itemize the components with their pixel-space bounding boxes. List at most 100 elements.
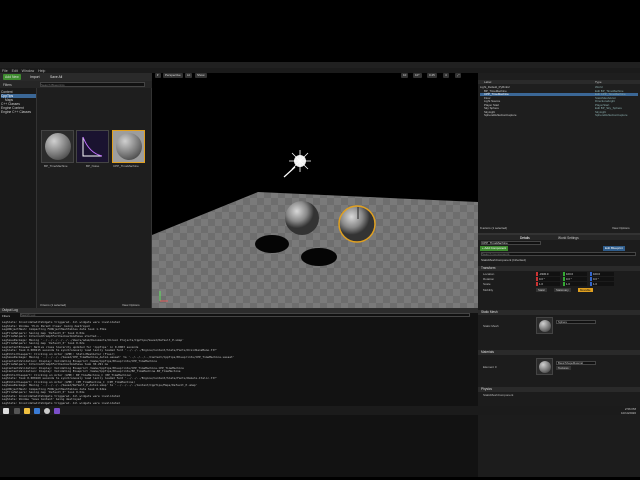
location-label: Location xyxy=(483,272,495,276)
details-panel: Details World Settings + Add Component E… xyxy=(478,233,640,477)
level-viewport[interactable]: ▾ Perspective Lit Show 10 10° 0.25 4 ⤢ xyxy=(152,73,478,308)
physics-section[interactable]: Physics xyxy=(478,387,640,392)
transform-section[interactable]: Transform xyxy=(478,266,640,271)
edit-blueprint-button[interactable]: Edit Blueprint xyxy=(603,246,625,251)
viewport-scene xyxy=(152,150,478,308)
mobility-movable[interactable]: Movable xyxy=(578,288,593,292)
cb-search-input[interactable] xyxy=(40,82,145,87)
textures-button[interactable]: Textures xyxy=(556,366,571,370)
asset-bp-noise[interactable] xyxy=(76,130,109,163)
scale-x-field[interactable]: 1.0 xyxy=(536,282,560,286)
visual-studio-icon[interactable] xyxy=(54,407,60,414)
output-log-tab[interactable]: Output Log xyxy=(2,308,18,312)
static-mesh-label: Static Mesh xyxy=(483,324,499,328)
unreal-editor-taskbar-icon[interactable] xyxy=(44,407,50,414)
rotation-snap-value[interactable]: 10° xyxy=(413,73,422,78)
sphere-thumbnail-icon xyxy=(45,133,71,160)
scale-y-field[interactable]: 1.0 xyxy=(563,282,587,286)
add-component-button[interactable]: + Add Component xyxy=(480,246,509,251)
sphere-thumbnail-icon xyxy=(539,361,551,373)
tree-item-engine-cpp[interactable]: Engine C++ Classes xyxy=(1,110,31,114)
browser-icon[interactable] xyxy=(34,407,40,414)
asset-bp-timemachine[interactable] xyxy=(41,130,74,163)
asset-cpp-timemachine[interactable] xyxy=(112,130,145,163)
col-type[interactable]: Type xyxy=(595,80,602,84)
world-outliner: Label Type Light_Default_Pylfimb2 World B… xyxy=(478,73,640,233)
components-search-input[interactable] xyxy=(481,252,636,256)
component-tree-item[interactable]: StaticMeshComponent (Inherited) xyxy=(481,258,636,262)
clock-date: 10/14/2020 xyxy=(620,410,636,415)
row-type: SphereReflectionCapture xyxy=(595,113,628,117)
sphere-thumbnail-icon xyxy=(539,320,551,332)
outliner-view-options[interactable]: View Options xyxy=(612,226,630,230)
rotation-y-field[interactable]: 0.0 ° xyxy=(563,277,587,281)
outliner-count: 9 actors (1 selected) xyxy=(480,226,508,230)
windows-start-icon[interactable] xyxy=(3,407,9,414)
static-mesh-section[interactable]: Static Mesh xyxy=(478,310,640,315)
tab-details[interactable]: Details xyxy=(520,236,530,240)
curve-thumbnail-icon xyxy=(82,136,103,157)
cb-item-count: 3 items (1 selected) xyxy=(40,303,67,307)
scale-z-field[interactable]: 1.0 xyxy=(590,282,614,286)
content-browser: Filters Content CppTips Maps C++ Classes… xyxy=(0,81,152,308)
folder-tree: Content CppTips Maps C++ Classes Engine … xyxy=(0,88,37,308)
rotation-z-field[interactable]: 0.0 ° xyxy=(590,277,614,281)
asset-label: BP_TimeMachine xyxy=(44,164,68,168)
output-log-panel: Output Log Filters LogSlate: InvalidateA… xyxy=(0,308,478,477)
directional-light-icon[interactable] xyxy=(283,150,311,178)
mobility-stationary[interactable]: Stationary xyxy=(554,288,571,292)
windows-taskbar: 2:56 PM 10/14/2020 xyxy=(0,406,640,415)
grid-snap-value[interactable]: 10 xyxy=(401,73,409,78)
camera-speed-value[interactable]: 4 xyxy=(443,73,449,78)
search-icon[interactable] xyxy=(14,407,20,414)
scale-snap-value[interactable]: 0.25 xyxy=(427,73,437,78)
location-y-field[interactable]: 100.0 xyxy=(563,272,587,276)
location-z-field[interactable]: 100.0 xyxy=(590,272,614,276)
static-mesh-dropdown[interactable]: Sphere xyxy=(556,320,596,324)
import-button[interactable]: Import xyxy=(28,74,42,80)
add-new-label: Add New xyxy=(5,75,19,79)
lit-button[interactable]: Lit xyxy=(185,73,193,78)
file-explorer-icon[interactable] xyxy=(24,407,30,414)
scale-label: Scale xyxy=(483,282,491,286)
content-browser-toolbar: Add New Import Save All xyxy=(0,73,154,81)
mobility-label: Mobility xyxy=(483,288,494,292)
log-search-input[interactable] xyxy=(20,313,470,317)
cb-filters-button[interactable]: Filters xyxy=(3,83,12,87)
material-dropdown[interactable]: BasicShapeMaterial xyxy=(556,361,596,365)
show-button[interactable]: Show xyxy=(195,73,207,78)
bp-timemachine-sphere[interactable] xyxy=(285,201,319,235)
save-all-label: Save All xyxy=(50,75,63,79)
rotation-label: Rotation xyxy=(483,277,495,281)
actor-name-field[interactable] xyxy=(481,241,541,245)
col-label[interactable]: Label xyxy=(484,80,491,84)
material-thumbnail[interactable] xyxy=(536,358,553,375)
component-section-label: StaticMeshComponent xyxy=(483,393,514,397)
add-new-button[interactable]: Add New xyxy=(3,74,21,80)
outliner-row[interactable]: SphereReflectionCapture SphereReflectionC… xyxy=(480,113,638,117)
row-label: SphereReflectionCapture xyxy=(484,113,517,117)
sphere-shadow xyxy=(301,248,337,266)
maximize-viewport-button[interactable]: ⤢ xyxy=(455,73,462,78)
cb-view-options[interactable]: View Options xyxy=(122,303,140,307)
asset-label: CPP_TimeMachine xyxy=(113,164,139,168)
details-tab-row: Details World Settings xyxy=(478,235,640,240)
mobility-static[interactable]: Static xyxy=(536,288,547,292)
viewport-menu-button[interactable]: ▾ xyxy=(155,73,161,78)
location-x-field[interactable]: -3330.0 xyxy=(536,272,560,276)
mesh-thumbnail[interactable] xyxy=(536,317,553,334)
material-element-label: Element 0 xyxy=(483,365,497,369)
tab-world-settings[interactable]: World Settings xyxy=(558,236,579,240)
asset-label: BP_Noise xyxy=(86,164,100,168)
perspective-button[interactable]: Perspective xyxy=(163,73,183,78)
save-all-button[interactable]: Save All xyxy=(48,74,64,80)
rotation-x-field[interactable]: 0.0 ° xyxy=(536,277,560,281)
cb-search-row: Filters xyxy=(0,81,152,88)
materials-section[interactable]: Materials xyxy=(478,350,640,355)
outliner-header: Label Type xyxy=(478,80,640,84)
sphere-shadow xyxy=(255,235,289,253)
log-filters-button[interactable]: Filters xyxy=(2,314,10,318)
sphere-thumbnail-icon xyxy=(116,133,142,160)
editor-frame: File Edit Window Help Add New Import Save A… xyxy=(0,62,640,477)
cpp-timemachine-sphere-selected[interactable] xyxy=(338,205,376,243)
